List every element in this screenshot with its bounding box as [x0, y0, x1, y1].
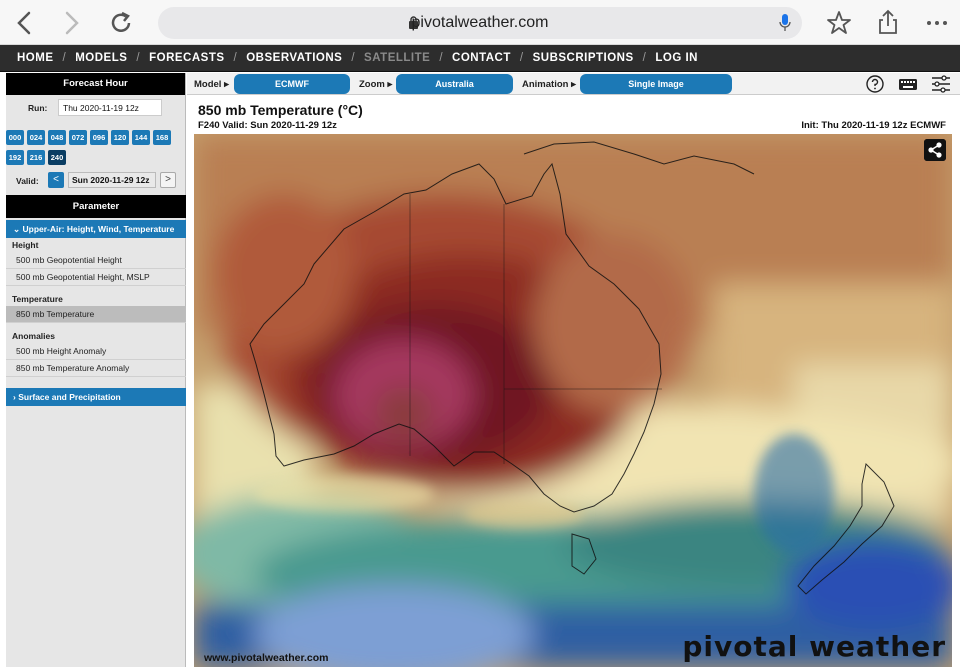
zoom-label: Zoom ▸	[359, 79, 393, 90]
map-toolbar: Model ▸ ECMWF Zoom ▸ Australia Animation…	[187, 73, 960, 95]
valid-time-select[interactable]: Sun 2020-11-29 12z	[68, 172, 156, 188]
valid-prev-button[interactable]: <	[48, 172, 64, 188]
category-surface-precip[interactable]: › Surface and Precipitation	[6, 388, 186, 406]
hour-button-192[interactable]: 192	[6, 150, 24, 165]
share-icon[interactable]	[873, 8, 903, 38]
keyboard-icon[interactable]	[898, 75, 918, 93]
temperature-field	[194, 134, 952, 667]
param-500mb-height-anomaly[interactable]: 500 mb Height Anomaly	[6, 343, 186, 360]
animation-label: Animation ▸	[522, 79, 576, 90]
nav-forecasts[interactable]: / FORECASTS	[127, 52, 224, 64]
category-upper-air[interactable]: ⌄ Upper-Air: Height, Wind, Temperature	[6, 220, 186, 238]
param-850mb-temperature-anomaly[interactable]: 850 mb Temperature Anomaly	[6, 360, 186, 377]
nav-satellite[interactable]: / SATELLITE	[342, 52, 430, 64]
hour-button-120[interactable]: 120	[111, 130, 129, 145]
hour-button-000[interactable]: 000	[6, 130, 24, 145]
hour-button-072[interactable]: 072	[69, 130, 87, 145]
valid-label: Valid:	[16, 176, 39, 186]
hour-button-144[interactable]: 144	[132, 130, 150, 145]
group-temperature-label: Temperature	[12, 294, 63, 304]
param-500mb-geopotential-height-mslp[interactable]: 500 mb Geopotential Height, MSLP	[6, 269, 186, 286]
group-height-label: Height	[12, 240, 39, 250]
share-map-icon[interactable]	[924, 139, 946, 161]
param-850mb-temperature[interactable]: 850 mb Temperature	[6, 306, 186, 323]
forward-icon[interactable]	[56, 8, 86, 38]
model-label: Model ▸	[194, 79, 229, 90]
url-text: pivotalweather.com	[411, 14, 549, 31]
run-row: Run: Thu 2020-11-19 12z	[6, 95, 185, 123]
animation-select[interactable]: Single Image	[580, 74, 732, 94]
nav-observations[interactable]: / OBSERVATIONS	[225, 52, 343, 64]
valid-row: Valid: < Sun 2020-11-29 12z >	[6, 172, 181, 190]
temperature-map[interactable]: www.pivotalweather.com pivotal weather	[194, 134, 952, 667]
category-surface-precip-label: Surface and Precipitation	[18, 392, 121, 402]
bookmark-star-icon[interactable]	[824, 8, 854, 38]
nav-log-in[interactable]: / LOG IN	[634, 52, 698, 64]
parameter-heading: Parameter	[6, 195, 186, 218]
back-icon[interactable]	[10, 8, 40, 38]
nav-subscriptions[interactable]: / SUBSCRIPTIONS	[511, 52, 634, 64]
zoom-select[interactable]: Australia	[396, 74, 513, 94]
microphone-icon[interactable]	[778, 13, 792, 33]
nav-home[interactable]: HOME	[17, 52, 54, 64]
hour-button-096[interactable]: 096	[90, 130, 108, 145]
param-500mb-geopotential-height[interactable]: 500 mb Geopotential Height	[6, 252, 186, 269]
forecast-hour-heading: Forecast Hour	[6, 73, 185, 95]
browser-toolbar: pivotalweather.com	[0, 0, 960, 45]
hour-button-168[interactable]: 168	[153, 130, 171, 145]
map-valid-subtitle: F240 Valid: Sun 2020-11-29 12z	[198, 120, 337, 131]
more-options-icon[interactable]	[922, 8, 952, 38]
category-upper-air-label: Upper-Air: Height, Wind, Temperature	[22, 224, 175, 234]
watermark-logo: pivotal weather	[682, 630, 946, 663]
hour-button-048[interactable]: 048	[48, 130, 66, 145]
hour-button-216[interactable]: 216	[27, 150, 45, 165]
run-label: Run:	[28, 103, 48, 113]
site-navigation: HOME / MODELS / FORECASTS / OBSERVATIONS / S…	[0, 45, 960, 72]
map-init-time: Init: Thu 2020-11-19 12z ECMWF	[801, 120, 946, 131]
hour-button-240[interactable]: 240	[48, 150, 66, 165]
valid-next-button[interactable]: >	[160, 172, 176, 188]
address-bar[interactable]: pivotalweather.com	[158, 7, 802, 39]
nav-models[interactable]: / MODELS	[54, 52, 128, 64]
hour-button-024[interactable]: 024	[27, 130, 45, 145]
map-title: 850 mb Temperature (°C)	[198, 102, 363, 118]
watermark-url: www.pivotalweather.com	[204, 652, 329, 664]
model-select[interactable]: ECMWF	[234, 74, 350, 94]
nav-contact[interactable]: / CONTACT	[430, 52, 511, 64]
group-anomalies-label: Anomalies	[12, 331, 55, 341]
settings-sliders-icon[interactable]	[931, 75, 951, 93]
run-select[interactable]: Thu 2020-11-19 12z	[58, 99, 162, 116]
help-icon[interactable]	[865, 75, 885, 93]
reload-icon[interactable]	[106, 8, 136, 38]
